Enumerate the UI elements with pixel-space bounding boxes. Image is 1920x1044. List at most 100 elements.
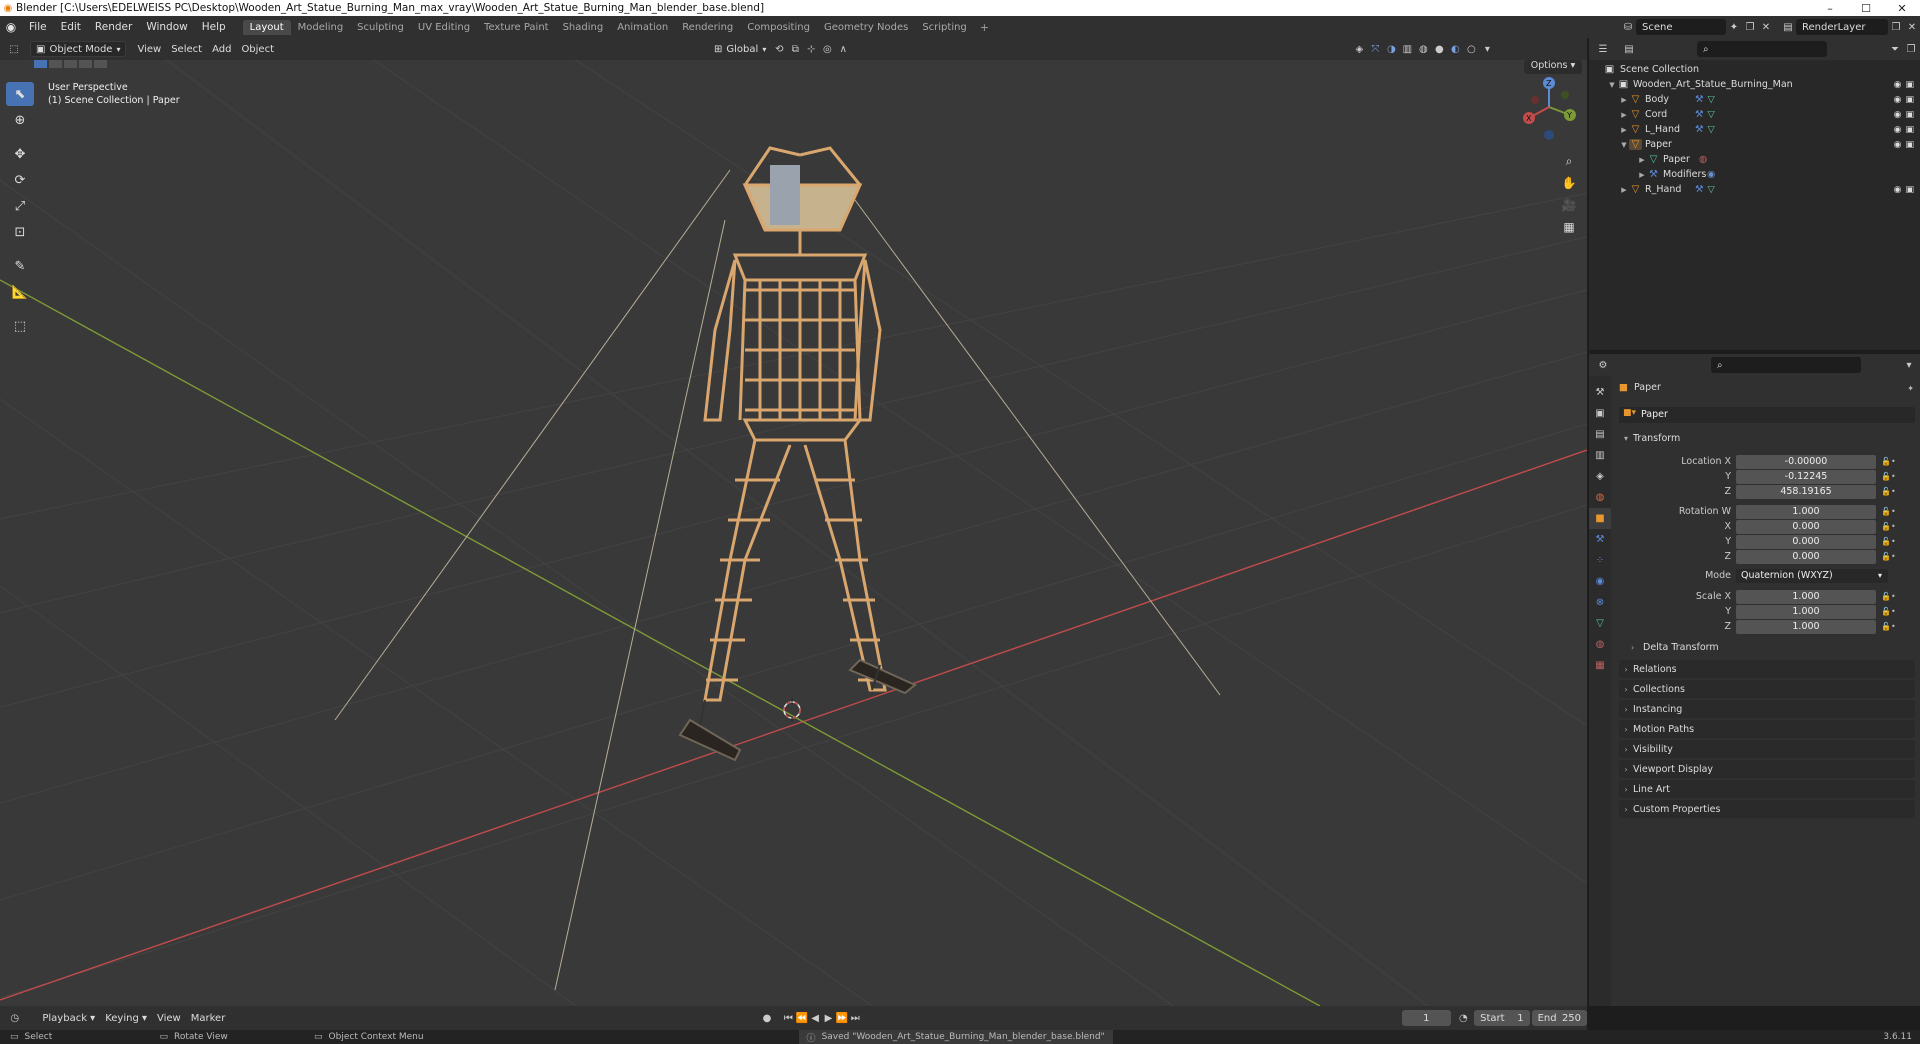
tab-animation[interactable]: Animation xyxy=(610,20,675,35)
zoom-icon[interactable]: ⌕ xyxy=(1558,150,1580,172)
start-frame-field[interactable]: Start 1 xyxy=(1474,1010,1530,1026)
object-name-field[interactable]: Paper xyxy=(1619,407,1915,423)
annotate-tool-icon[interactable]: ✎ xyxy=(6,254,34,278)
tab-physics-icon[interactable]: ◉ xyxy=(1589,571,1611,592)
overlay-toggle-icon[interactable]: ◑ xyxy=(1383,41,1399,57)
camera-icon[interactable]: ▣ xyxy=(1905,110,1914,120)
lock-icon[interactable]: 🔓• xyxy=(1881,607,1896,616)
outliner-row-paper[interactable]: ▼ ▽ Paper ◉ ▣ xyxy=(1589,137,1920,152)
outliner-editor-icon[interactable]: ☰ xyxy=(1595,41,1611,57)
play-icon[interactable]: ▶ xyxy=(822,1010,835,1026)
expand-right-icon[interactable]: ▶ xyxy=(1637,156,1647,164)
gizmo-toggle-icon[interactable]: ⤧ xyxy=(1367,41,1383,57)
shading-solid-icon[interactable]: ● xyxy=(1431,41,1447,57)
snap-target-icon[interactable]: ⊹ xyxy=(803,41,819,57)
scene-icon[interactable]: ⛁ xyxy=(1620,19,1636,35)
delete-layer-icon[interactable]: ✕ xyxy=(1904,19,1920,35)
proportional-edit-icon[interactable]: ◎ xyxy=(819,41,835,57)
jump-start-icon[interactable]: ⏮ xyxy=(782,1010,795,1026)
tab-output-icon[interactable]: ▤ xyxy=(1589,424,1611,445)
tab-tool-icon[interactable]: ⚒ xyxy=(1589,382,1611,403)
menu-timeline-view[interactable]: View xyxy=(152,1010,186,1026)
menu-add[interactable]: Add xyxy=(207,41,236,57)
menu-render[interactable]: Render xyxy=(88,21,139,33)
filter-icon[interactable]: ⏷ xyxy=(1887,41,1903,57)
outliner-row-body[interactable]: ▶ ▽ Body ⚒ ▽ ◉ ▣ xyxy=(1589,92,1920,107)
tab-world-icon[interactable]: ◍ xyxy=(1589,487,1611,508)
eye-icon[interactable]: ◉ xyxy=(1894,95,1902,105)
outliner-root[interactable]: ▣ Scene Collection xyxy=(1589,62,1920,77)
tab-rendering[interactable]: Rendering xyxy=(675,20,740,35)
lock-icon[interactable]: 🔓• xyxy=(1881,622,1896,631)
expand-right-icon[interactable]: ▶ xyxy=(1619,126,1629,134)
outliner-row-paper-mesh[interactable]: ▶ ▽ Paper ◍ xyxy=(1589,152,1920,167)
select-invert-icon[interactable] xyxy=(79,60,92,68)
xray-icon[interactable]: ▥ xyxy=(1399,41,1415,57)
transform-tool-icon[interactable]: ⊡ xyxy=(6,220,34,244)
tab-modifiers-icon[interactable]: ⚒ xyxy=(1589,529,1611,550)
camera-icon[interactable]: ▣ xyxy=(1905,185,1914,195)
properties-search-input[interactable]: ⌕ xyxy=(1711,357,1861,373)
render-layer-icon[interactable]: ▤ xyxy=(1780,19,1796,35)
tab-data-icon[interactable]: ▽ xyxy=(1589,613,1611,634)
options-dropdown[interactable]: Options ▾ xyxy=(1524,60,1582,74)
visibility-icon[interactable]: ◈ xyxy=(1351,41,1367,57)
location-x-field[interactable]: -0.00000 xyxy=(1736,455,1876,469)
editor-type-icon[interactable]: ⬚ xyxy=(6,41,22,57)
outliner-row-collection[interactable]: ▼ ▣ Wooden_Art_Statue_Burning_Man ◉ ▣ xyxy=(1589,77,1920,92)
rotation-z-field[interactable]: 0.000 xyxy=(1736,550,1876,564)
expand-right-icon[interactable]: ▶ xyxy=(1619,111,1629,119)
tab-texture-icon[interactable]: ▦ xyxy=(1589,655,1611,676)
blender-menu-icon[interactable]: ◉ xyxy=(0,16,22,38)
tab-material-icon[interactable]: ◍ xyxy=(1589,634,1611,655)
cursor-tool-icon[interactable]: ⊕ xyxy=(6,108,34,132)
panel-relations[interactable]: › Relations xyxy=(1619,660,1915,678)
menu-playback[interactable]: Playback ▾ xyxy=(37,1010,100,1026)
scale-z-field[interactable]: 1.000 xyxy=(1736,620,1876,634)
tab-particles-icon[interactable]: ⁘ xyxy=(1589,550,1611,571)
rotation-w-field[interactable]: 1.000 xyxy=(1736,505,1876,519)
eye-icon[interactable]: ◉ xyxy=(1894,80,1902,90)
3d-viewport[interactable]: Z Y X User Perspective (1) Scene Collect… xyxy=(0,60,1587,1006)
properties-editor-icon[interactable]: ⚙ xyxy=(1595,357,1611,373)
properties-options-icon[interactable]: ▾ xyxy=(1901,357,1917,373)
display-mode-icon[interactable]: ▤ xyxy=(1621,41,1637,57)
current-frame-field[interactable]: 1 xyxy=(1401,1010,1451,1026)
tab-uv-editing[interactable]: UV Editing xyxy=(411,20,477,35)
tab-object-icon[interactable]: ■ xyxy=(1589,508,1611,529)
tab-modeling[interactable]: Modeling xyxy=(291,20,351,35)
jump-end-icon[interactable]: ⏭ xyxy=(849,1010,862,1026)
outliner-row-r-hand[interactable]: ▶ ▽ R_Hand ⚒ ▽ ◉ ▣ xyxy=(1589,182,1920,197)
ortho-toggle-icon[interactable]: ▦ xyxy=(1558,216,1580,238)
tab-compositing[interactable]: Compositing xyxy=(740,20,817,35)
lock-icon[interactable]: 🔓• xyxy=(1881,537,1896,546)
tab-layout[interactable]: Layout xyxy=(242,19,291,35)
play-reverse-icon[interactable]: ◀ xyxy=(808,1010,821,1026)
rotation-mode-dropdown[interactable]: Quaternion (WXYZ) ▾ xyxy=(1736,569,1888,583)
expand-right-icon[interactable]: ▶ xyxy=(1619,96,1629,104)
eye-icon[interactable]: ◉ xyxy=(1894,185,1902,195)
lock-icon[interactable]: 🔓• xyxy=(1881,552,1896,561)
rotation-x-field[interactable]: 0.000 xyxy=(1736,520,1876,534)
panel-motion-paths[interactable]: › Motion Paths xyxy=(1619,720,1915,738)
tab-constraints-icon[interactable]: ⊗ xyxy=(1589,592,1611,613)
pan-hand-icon[interactable]: ✋ xyxy=(1558,172,1580,194)
camera-icon[interactable]: ▣ xyxy=(1905,80,1914,90)
maximize-button[interactable]: ☐ xyxy=(1848,2,1884,15)
jump-keyframe-forward-icon[interactable]: ⏩ xyxy=(835,1010,848,1026)
falloff-icon[interactable]: ∧ xyxy=(835,41,851,57)
tab-scripting[interactable]: Scripting xyxy=(915,20,973,35)
menu-marker[interactable]: Marker xyxy=(186,1010,231,1026)
shading-rendered-icon[interactable]: ○ xyxy=(1463,41,1479,57)
minimize-button[interactable]: – xyxy=(1812,2,1848,15)
outliner-search-input[interactable]: ⌕ xyxy=(1697,41,1827,57)
shading-options-icon[interactable]: ▾ xyxy=(1479,41,1495,57)
tab-sculpting[interactable]: Sculpting xyxy=(350,20,411,35)
tab-shading[interactable]: Shading xyxy=(556,20,611,35)
tab-scene-icon[interactable]: ◈ xyxy=(1589,466,1611,487)
clock-icon[interactable]: ◔ xyxy=(1457,1010,1470,1026)
lock-icon[interactable]: 🔓• xyxy=(1881,472,1896,481)
menu-file[interactable]: File xyxy=(22,21,54,33)
pivot-icon[interactable]: ⟲ xyxy=(771,41,787,57)
outliner-row-l-hand[interactable]: ▶ ▽ L_Hand ⚒ ▽ ◉ ▣ xyxy=(1589,122,1920,137)
